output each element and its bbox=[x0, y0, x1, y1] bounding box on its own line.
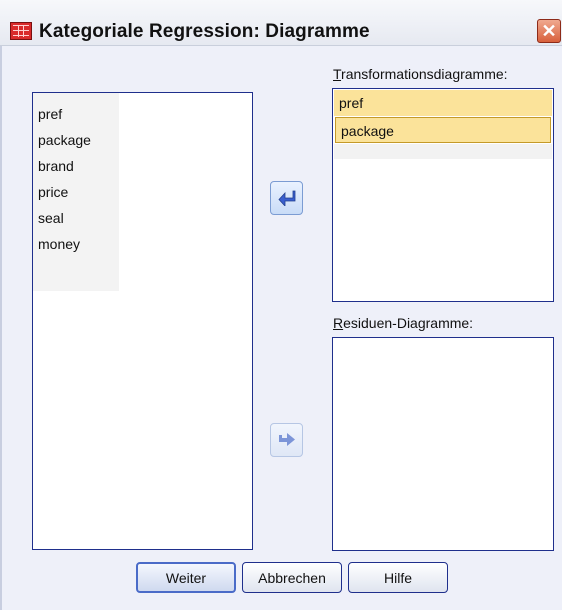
help-button[interactable]: Hilfe bbox=[348, 562, 448, 593]
move-to-source-button[interactable] bbox=[270, 181, 303, 215]
source-list-item[interactable]: price bbox=[38, 184, 68, 200]
transformation-plots-list[interactable]: pref package bbox=[332, 88, 554, 302]
source-variable-list[interactable]: pref package brand price seal money bbox=[32, 92, 253, 550]
source-list-item[interactable]: money bbox=[38, 236, 80, 252]
dialog-body: pref package brand price seal money Tran… bbox=[0, 46, 562, 610]
transform-list-item[interactable]: pref bbox=[334, 90, 552, 116]
transform-list-strip bbox=[334, 144, 552, 159]
residual-list-label: Residuen-Diagramme: bbox=[333, 315, 474, 331]
source-list-item[interactable]: brand bbox=[38, 158, 74, 174]
source-list-item[interactable]: pref bbox=[38, 106, 62, 122]
window-title: Kategoriale Regression: Diagramme bbox=[39, 21, 370, 42]
arrow-right-icon bbox=[278, 433, 295, 446]
dialog-window: Kategoriale Regression: Diagramme ✕ pref… bbox=[0, 0, 562, 610]
source-list-item[interactable]: seal bbox=[38, 210, 64, 226]
continue-button[interactable]: Weiter bbox=[136, 562, 236, 593]
title-bar[interactable]: Kategoriale Regression: Diagramme ✕ bbox=[0, 0, 562, 46]
cancel-button[interactable]: Abbrechen bbox=[242, 562, 342, 593]
residual-plots-list[interactable] bbox=[332, 337, 554, 551]
arrow-left-icon bbox=[277, 190, 295, 206]
close-button[interactable]: ✕ bbox=[537, 19, 561, 43]
move-to-residual-button[interactable] bbox=[270, 423, 303, 457]
close-icon: ✕ bbox=[541, 21, 557, 41]
spss-table-icon bbox=[10, 22, 32, 40]
source-list-item[interactable]: package bbox=[38, 132, 91, 148]
transform-list-item-selected[interactable]: package bbox=[335, 117, 551, 143]
transform-list-label: Transformationsdiagramme: bbox=[333, 66, 508, 82]
